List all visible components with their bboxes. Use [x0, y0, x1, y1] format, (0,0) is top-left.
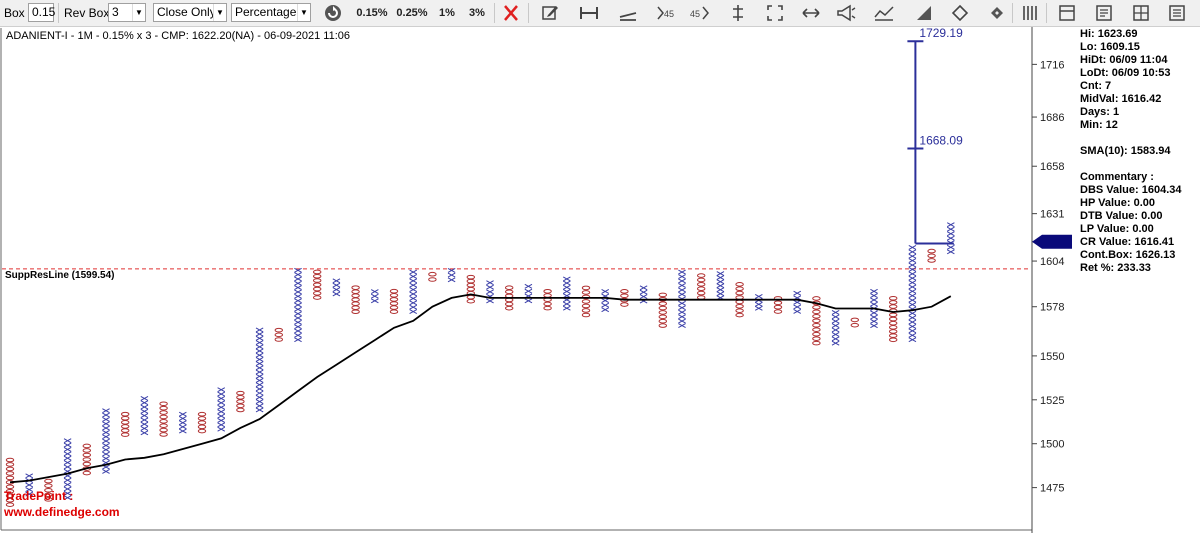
- projection-target-label: 1668.09: [919, 134, 963, 148]
- info-line: Days: 1: [1080, 106, 1120, 118]
- projection-target-label: 1729.19: [919, 27, 963, 40]
- y-tick-label: 1500: [1040, 439, 1064, 451]
- info-line: Hi: 1623.69: [1080, 28, 1138, 40]
- angle45-down-icon[interactable]: 45: [655, 3, 677, 23]
- chart-background: [0, 27, 1200, 533]
- info-line: Cont.Box: 1626.13: [1080, 249, 1176, 261]
- y-tick-label: 1578: [1040, 302, 1064, 314]
- refresh-icon[interactable]: [322, 3, 344, 23]
- info-line: Ret %: 233.33: [1080, 262, 1151, 274]
- chart-lines-icon[interactable]: [873, 3, 895, 23]
- info-line: Commentary :: [1080, 171, 1154, 183]
- support-resistance-label: SuppResLine (1599.54): [5, 270, 114, 281]
- separator: [528, 3, 529, 23]
- preset-0.15-button[interactable]: 0.15%: [355, 3, 389, 23]
- price-type-select[interactable]: Close Only ▼: [153, 3, 227, 22]
- y-tick-label: 1550: [1040, 351, 1064, 363]
- info-line: HP Value: 0.00: [1080, 197, 1156, 209]
- price-type-value: Close Only: [157, 5, 216, 19]
- rev-box-select[interactable]: 3 ▼: [108, 3, 146, 22]
- method-select[interactable]: Percentage ▼: [231, 3, 311, 22]
- horizontal-arrows-icon[interactable]: [800, 3, 822, 23]
- y-tick-label: 1475: [1040, 483, 1064, 495]
- info-line: MidVal: 1616.42: [1080, 93, 1162, 105]
- svg-text:45: 45: [664, 9, 674, 19]
- watermark-line2: www.definedge.com: [3, 505, 120, 519]
- expand-icon[interactable]: [764, 3, 786, 23]
- panel-icon[interactable]: [1056, 3, 1078, 23]
- y-tick-label: 1604: [1040, 256, 1064, 268]
- vertical-line-icon[interactable]: [727, 3, 749, 23]
- svg-text:45: 45: [690, 9, 700, 19]
- separator: [58, 3, 59, 23]
- info-line: SMA(10): 1583.94: [1080, 145, 1171, 157]
- trendline-icon[interactable]: [617, 3, 639, 23]
- box-label: Box: [4, 6, 25, 20]
- separator: [1012, 3, 1013, 23]
- info-line: LoDt: 06/09 10:53: [1080, 67, 1171, 79]
- chevron-down-icon: ▼: [213, 4, 226, 21]
- info-line: LP Value: 0.00: [1080, 223, 1154, 235]
- close-x-icon[interactable]: [500, 3, 522, 23]
- y-tick-label: 1686: [1040, 112, 1064, 124]
- angle45-up-icon[interactable]: 45: [689, 3, 711, 23]
- info-line: Cnt: 7: [1080, 80, 1112, 92]
- chevron-down-icon: ▼: [132, 4, 145, 21]
- ruler-icon[interactable]: [578, 3, 600, 23]
- info-line: CR Value: 1616.41: [1080, 236, 1175, 248]
- info-line: Lo: 1609.15: [1080, 41, 1140, 53]
- separator: [1046, 3, 1047, 23]
- separator: [494, 3, 495, 23]
- info-line: DBS Value: 1604.34: [1080, 184, 1182, 196]
- preset-0.25-button[interactable]: 0.25%: [394, 3, 430, 23]
- rev-box-label: Rev Box: [64, 6, 110, 20]
- list-icon[interactable]: [1166, 3, 1188, 23]
- edit-icon[interactable]: [539, 3, 561, 23]
- chevron-down-icon: ▼: [297, 4, 310, 21]
- columns-icon[interactable]: [1019, 3, 1041, 23]
- pnf-chart: ADANIENT-I - 1M - 0.15% x 3 - CMP: 1622.…: [0, 27, 1200, 533]
- y-tick-label: 1525: [1040, 395, 1064, 407]
- diamond-solid-icon[interactable]: [986, 3, 1008, 23]
- toolbar: Box 0.15 Rev Box 3 ▼ Close Only ▼ Percen…: [0, 0, 1200, 27]
- y-tick-label: 1631: [1040, 209, 1064, 221]
- grid-icon[interactable]: [1130, 3, 1152, 23]
- y-tick-label: 1716: [1040, 59, 1064, 71]
- diamond-arrows-icon[interactable]: [949, 3, 971, 23]
- rev-box-value: 3: [112, 5, 119, 19]
- triangle-icon[interactable]: [913, 3, 935, 23]
- method-value: Percentage: [235, 5, 297, 19]
- y-tick-label: 1658: [1040, 161, 1064, 173]
- info-line: DTB Value: 0.00: [1080, 210, 1163, 222]
- info-line: HiDt: 06/09 11:04: [1080, 54, 1168, 66]
- preset-1-button[interactable]: 1%: [436, 3, 458, 23]
- preset-3-button[interactable]: 3%: [466, 3, 488, 23]
- box-size-input[interactable]: 0.15: [28, 3, 55, 22]
- chart-title: ADANIENT-I - 1M - 0.15% x 3 - CMP: 1622.…: [6, 30, 350, 42]
- megaphone-icon[interactable]: [835, 3, 857, 23]
- report-icon[interactable]: [1093, 3, 1115, 23]
- watermark-line1: TradePoint :: [4, 489, 73, 503]
- info-line: Min: 12: [1080, 119, 1118, 131]
